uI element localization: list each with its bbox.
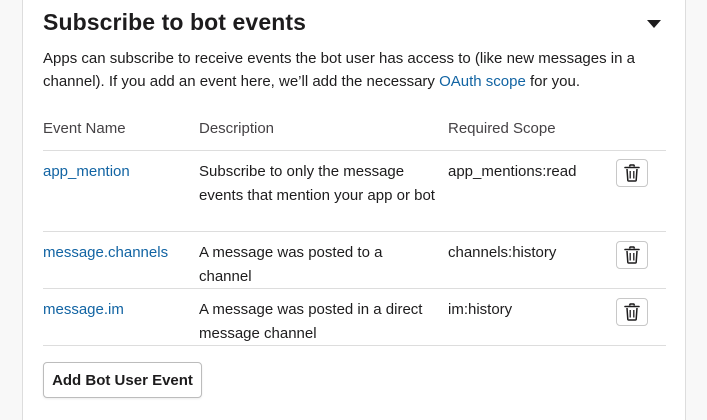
column-header-description: Description [199, 120, 275, 137]
section-title: Subscribe to bot events [43, 9, 307, 35]
table-divider [43, 288, 666, 289]
event-name-link[interactable]: app_mention [43, 160, 193, 184]
delete-event-button[interactable] [616, 159, 648, 187]
event-scope: im:history [448, 301, 513, 318]
event-description: Subscribe to only the message events tha… [199, 163, 435, 204]
table-divider [43, 345, 666, 346]
event-name-link[interactable]: message.im [43, 298, 193, 322]
trash-icon [624, 246, 640, 264]
delete-event-button[interactable] [616, 241, 648, 269]
delete-event-button[interactable] [616, 298, 648, 326]
oauth-scope-link[interactable]: OAuth scope [439, 73, 526, 90]
description-text-end: for you. [525, 73, 581, 90]
add-bot-user-event-button[interactable]: Add Bot User Event [43, 362, 202, 398]
event-description: A message was posted in a direct message… [199, 301, 423, 342]
column-header-required-scope: Required Scope [448, 120, 556, 137]
trash-icon [624, 303, 640, 321]
table-divider [43, 150, 666, 151]
event-name-link[interactable]: message.channels [43, 241, 193, 265]
event-description: A message was posted to a channel [199, 244, 383, 285]
trash-icon [624, 164, 640, 182]
table-divider [43, 231, 666, 232]
event-scope: app_mentions:read [448, 163, 577, 180]
event-scope: channels:history [448, 244, 557, 261]
bot-events-panel: Subscribe to bot events Apps can subscri… [22, 0, 686, 420]
section-description: Apps can subscribe to receive events the… [43, 47, 668, 93]
column-header-event-name: Event Name [43, 120, 126, 137]
collapse-caret-icon[interactable] [647, 20, 661, 28]
